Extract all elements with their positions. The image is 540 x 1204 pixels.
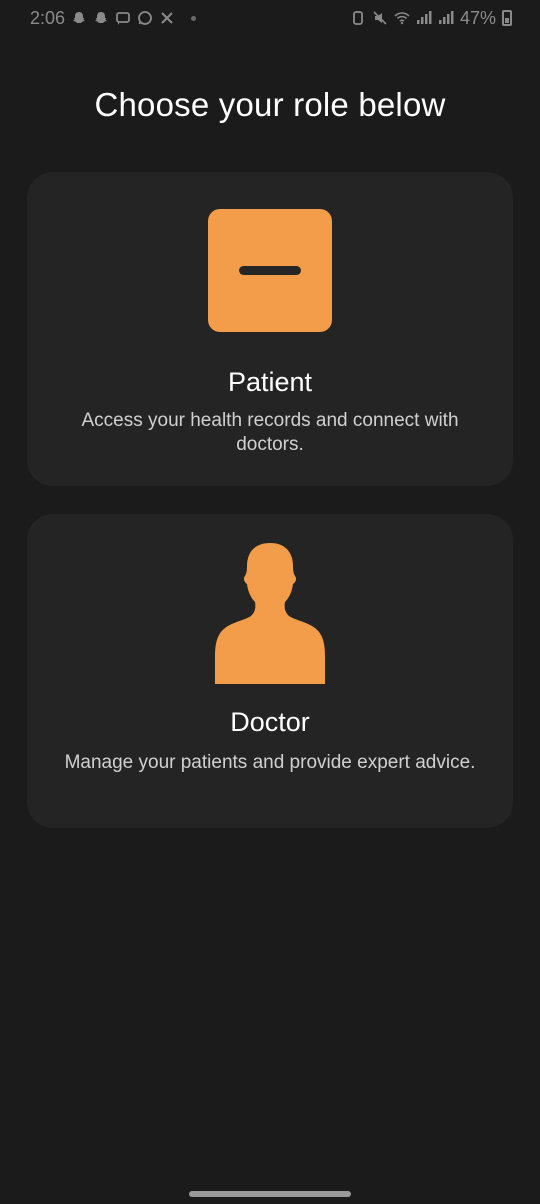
patient-role-description: Access your health records and connect w… — [81, 410, 459, 455]
tools-icon — [159, 10, 175, 26]
dot-icon — [191, 15, 197, 21]
patient-role-title: Patient — [227, 367, 313, 397]
doctor-role-title: Doctor — [230, 707, 310, 737]
wifi-icon — [394, 10, 410, 26]
patient-square-icon — [208, 209, 332, 332]
snapchat-icon — [71, 10, 87, 26]
mute-icon — [372, 10, 388, 26]
home-indicator[interactable] — [189, 1191, 351, 1197]
person-silhouette-icon — [213, 540, 327, 684]
snapchat-icon — [93, 10, 109, 26]
message-icon — [115, 10, 131, 26]
whatsapp-icon — [137, 10, 153, 26]
alarm-icon — [350, 10, 366, 26]
battery-percent: 47% — [459, 7, 496, 28]
doctor-role-card[interactable]: Doctor Manage your patients and provide … — [27, 514, 513, 828]
status-time: 2:06 — [30, 7, 66, 28]
page-title: Choose your role below — [94, 86, 446, 123]
minus-icon — [239, 266, 301, 275]
battery-icon — [502, 10, 512, 26]
status-left: 2:06 — [30, 7, 197, 29]
status-bar: 2:06 47% — [0, 0, 540, 36]
status-right: 47% — [350, 8, 512, 29]
doctor-role-description: Manage your patients and provide expert … — [64, 752, 476, 773]
signal-icon — [438, 10, 454, 26]
signal-icon — [416, 10, 432, 26]
role-selection-screen: 2:06 47% Choose your role below Patient … — [0, 0, 540, 1204]
patient-role-card[interactable]: Patient Access your health records and c… — [27, 172, 513, 486]
